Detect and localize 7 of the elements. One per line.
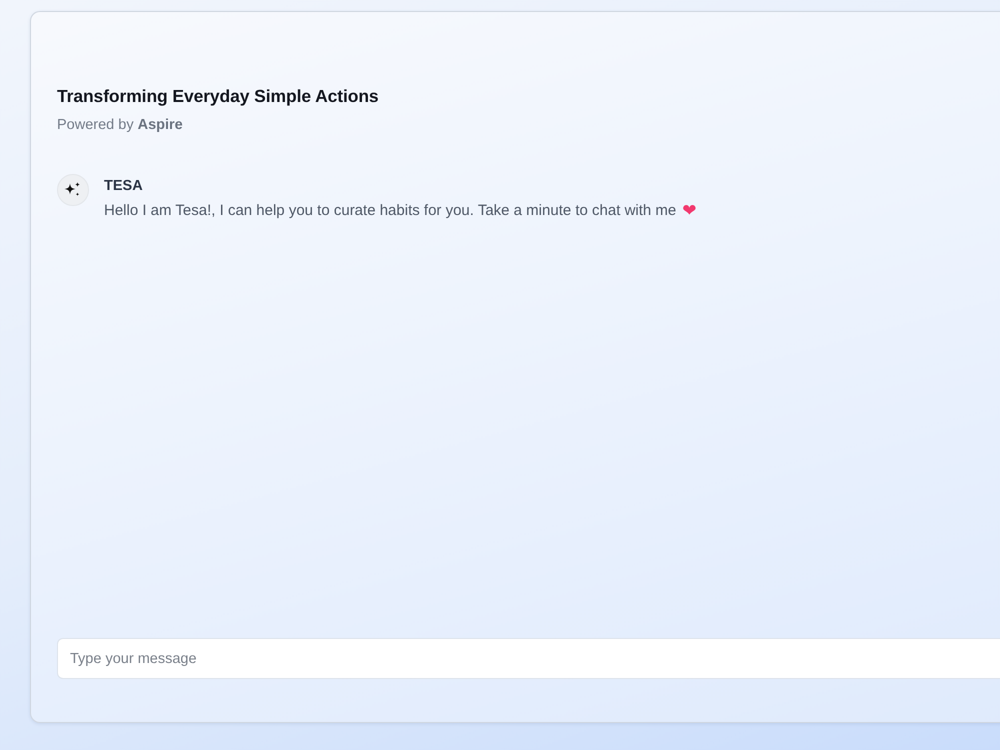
sparkle-avatar-icon (57, 174, 89, 206)
message-input[interactable]: Type your message (57, 638, 1000, 679)
powered-by-text: Powered by Aspire (57, 116, 183, 135)
sender-name: TESA (104, 177, 143, 196)
heart-emoji: ❤ (682, 201, 696, 221)
message-text: Hello I am Tesa!, I can help you to curate habits for you. Take a minute to chat with me (104, 201, 676, 221)
chat-title: Transforming Everyday Simple Actions (57, 85, 379, 108)
